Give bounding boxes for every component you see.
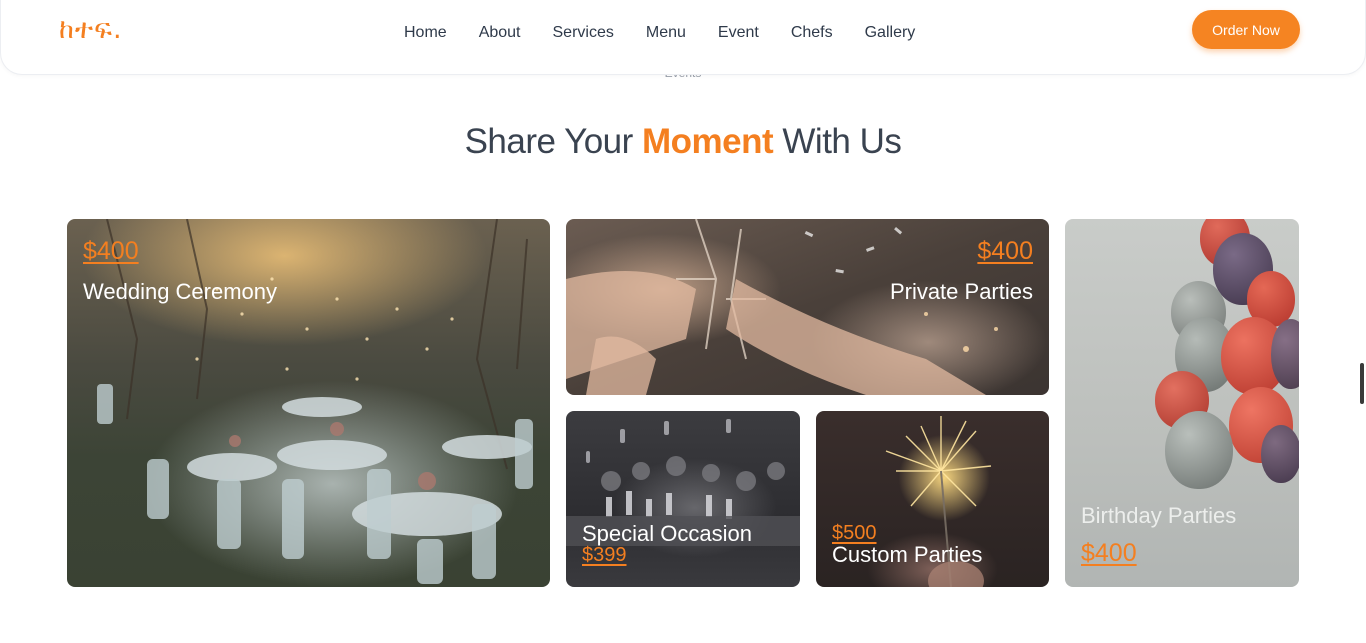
birthday-parties-image [1065, 219, 1299, 587]
logo[interactable]: ከተፍ. [59, 14, 123, 46]
nav-home[interactable]: Home [404, 24, 447, 42]
nav-services[interactable]: Services [553, 24, 614, 42]
nav-gallery[interactable]: Gallery [865, 24, 916, 42]
title-accent: Moment [642, 122, 774, 161]
birthday-price: $400 [1081, 539, 1137, 567]
nav-event[interactable]: Event [718, 24, 759, 42]
wedding-price: $400 [83, 237, 139, 265]
site-header: ከተፍ. Home About Services Menu Event Chef… [0, 0, 1366, 75]
event-card-private[interactable]: $400 Private Parties [566, 219, 1049, 395]
title-pre: Share Your [464, 122, 643, 161]
birthday-title: Birthday Parties [1081, 503, 1237, 528]
private-title: Private Parties [889, 279, 1033, 304]
section-title: Share Your Moment With Us [0, 122, 1366, 162]
nav-chefs[interactable]: Chefs [791, 24, 833, 42]
event-card-special[interactable]: Special Occasion $399 [566, 411, 800, 587]
private-price: $400 [977, 237, 1033, 265]
wedding-title: Wedding Ceremony [83, 279, 278, 304]
event-card-wedding[interactable]: $400 Wedding Ceremony [67, 219, 550, 587]
main-nav: Home About Services Menu Event Chefs Gal… [404, 24, 947, 42]
nav-menu[interactable]: Menu [646, 24, 686, 42]
special-price: $399 [582, 544, 627, 566]
order-now-button[interactable]: Order Now [1192, 10, 1300, 49]
custom-title: Custom Parties [832, 542, 983, 567]
scrollbar-thumb[interactable] [1360, 363, 1364, 404]
wedding-image [67, 219, 550, 587]
title-post: With Us [773, 122, 902, 161]
event-card-custom[interactable]: $500 Custom Parties [816, 411, 1049, 587]
event-card-birthday[interactable]: Birthday Parties $400 [1065, 219, 1299, 587]
nav-about[interactable]: About [479, 24, 521, 42]
